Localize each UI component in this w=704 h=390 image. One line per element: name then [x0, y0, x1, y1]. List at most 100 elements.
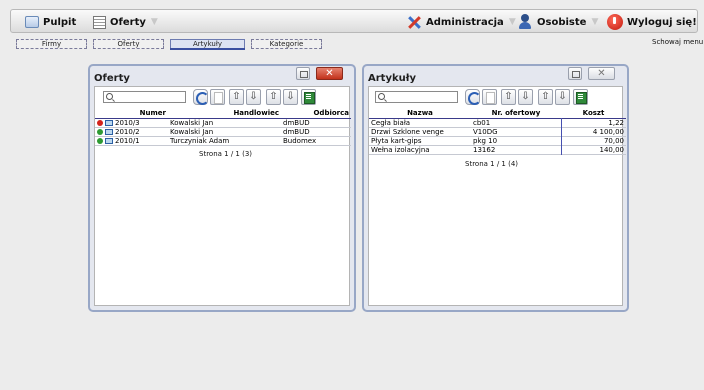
new-document-button[interactable]	[210, 89, 225, 105]
artykuly-panel: ⇧ ⇩ ⇧ ⇩ Nazwa Nr. ofertowy Koszt Cegła b…	[368, 86, 626, 306]
oferty-table: Numer Handlowiec Odbiorca 2010/3 Kowalsk…	[95, 108, 351, 146]
odbiorca-cell: dmBUD	[283, 118, 310, 127]
close-icon: ✕	[597, 68, 606, 79]
move-up-button[interactable]: ⇧	[229, 89, 244, 105]
numer-cell: 2010/3	[95, 118, 168, 127]
artykuly-table-header: Nazwa Nr. ofertowy Koszt	[369, 108, 626, 118]
koszt-cell: 1,22	[608, 118, 624, 127]
numer-value: 2010/2	[115, 127, 140, 136]
artykuly-window: Artykuły ✕ ⇧ ⇩ ⇧ ⇩ Nazwa Nr. ofertowy Ko…	[362, 64, 629, 312]
desktop-icon	[25, 16, 39, 28]
move-top-button[interactable]: ⇧	[538, 89, 553, 105]
odbiorca-cell: Budomex	[283, 136, 317, 145]
koszt-cell: 70,00	[603, 136, 624, 145]
column-header-nazwa[interactable]: Nazwa	[369, 108, 471, 118]
tab-firmy[interactable]: Firmy	[16, 39, 87, 49]
nazwa-cell: Wełna izolacyjna	[371, 145, 430, 154]
table-row[interactable]: 2010/2 Kowalski Jan dmBUD	[95, 127, 351, 136]
table-row[interactable]: Drzwi Szklone venge V10DG 4 100,00	[369, 127, 626, 136]
nr-ofertowy-cell: cb01	[473, 118, 491, 127]
column-header-numer[interactable]: Numer	[95, 108, 168, 118]
nr-ofertowy-cell: 13162	[473, 145, 496, 154]
excel-export-button[interactable]	[573, 89, 588, 105]
search-input[interactable]	[103, 91, 186, 103]
search-icon	[378, 93, 385, 100]
document-list-icon	[93, 15, 106, 29]
refresh-button[interactable]	[193, 89, 209, 105]
nazwa-cell: Cegła biała	[371, 118, 411, 127]
nazwa-cell: Drzwi Szklone venge	[371, 127, 444, 136]
minimize-button[interactable]	[296, 67, 310, 80]
koszt-cell: 4 100,00	[592, 127, 624, 136]
offer-document-icon	[105, 128, 113, 135]
menu-pulpit-label: Pulpit	[43, 16, 77, 28]
menu-pulpit[interactable]: Pulpit	[25, 13, 76, 31]
close-icon: ✕	[325, 68, 334, 79]
user-icon	[517, 14, 533, 30]
numer-cell: 2010/2	[95, 127, 168, 136]
power-icon	[607, 14, 623, 30]
menu-osobiste-label: Osobiste	[537, 16, 587, 28]
nr-ofertowy-cell: V10DG	[473, 127, 498, 136]
artykuly-window-title: Artykuły	[368, 73, 416, 84]
close-button[interactable]: ✕	[588, 67, 615, 80]
move-bottom-button[interactable]: ⇩	[555, 89, 570, 105]
column-header-nr-ofertowy[interactable]: Nr. ofertowy	[471, 108, 561, 118]
tab-kategorie[interactable]: Kategorie	[251, 39, 322, 49]
table-row[interactable]: 2010/1 Turczyniak Adam Budomex	[95, 136, 351, 145]
refresh-button[interactable]	[465, 89, 481, 105]
handlowiec-cell: Kowalski Jan	[170, 127, 214, 136]
pagination-info: Strona 1 / 1 (4)	[465, 160, 519, 168]
offer-document-icon	[105, 137, 113, 144]
chevron-down-icon: ▼	[150, 17, 158, 27]
move-up-button[interactable]: ⇧	[501, 89, 516, 105]
app-root: Pulpit Oferty ▼ Administracja ▼ Osobiste…	[0, 0, 704, 390]
logout-label: Wyloguj się!	[627, 16, 697, 28]
tab-oferty[interactable]: Oferty	[93, 39, 164, 49]
move-down-button[interactable]: ⇩	[246, 89, 261, 105]
table-row[interactable]: 2010/3 Kowalski Jan dmBUD	[95, 118, 351, 127]
table-row[interactable]: Cegła biała cb01 1,22	[369, 118, 626, 127]
column-header-odbiorca[interactable]: Odbiorca	[281, 108, 351, 118]
column-header-handlowiec[interactable]: Handlowiec	[168, 108, 281, 118]
menu-oferty-label: Oferty	[110, 16, 146, 28]
status-green-icon	[97, 128, 103, 135]
oferty-panel: ⇧ ⇩ ⇧ ⇩ Numer Handlowiec Odbiorca 2010/3…	[94, 86, 351, 306]
oferty-window: Oferty ✕ ⇧ ⇩ ⇧ ⇩ Numer Handlowiec Odbior…	[88, 64, 356, 312]
menu-administracja-label: Administracja	[426, 16, 504, 28]
table-row[interactable]: Wełna izolacyjna 13162 140,00	[369, 145, 626, 154]
hide-menu-link[interactable]: Schowaj menu	[652, 38, 703, 46]
menu-oferty[interactable]: Oferty ▼	[93, 13, 158, 31]
odbiorca-cell: dmBUD	[283, 127, 310, 136]
nazwa-cell: Płyta kart-gips	[371, 136, 422, 145]
column-header-koszt[interactable]: Koszt	[561, 108, 626, 118]
menu-osobiste[interactable]: Osobiste ▼	[517, 13, 598, 31]
oferty-window-title: Oferty	[94, 73, 130, 84]
logout-button[interactable]: Wyloguj się!	[607, 13, 697, 31]
move-top-button[interactable]: ⇧	[266, 89, 281, 105]
status-green-icon	[97, 137, 103, 144]
excel-export-button[interactable]	[301, 89, 316, 105]
menu-administracja[interactable]: Administracja ▼	[406, 13, 516, 31]
search-icon	[106, 93, 113, 100]
handlowiec-cell: Kowalski Jan	[170, 118, 214, 127]
numer-cell: 2010/1	[95, 136, 168, 145]
minimize-button[interactable]	[568, 67, 582, 80]
active-tab-indicator	[170, 48, 245, 50]
close-button[interactable]: ✕	[316, 67, 343, 80]
move-bottom-button[interactable]: ⇩	[283, 89, 298, 105]
oferty-table-header: Numer Handlowiec Odbiorca	[95, 108, 351, 118]
status-red-icon	[97, 119, 103, 126]
nr-ofertowy-cell: pkg 10	[473, 136, 498, 145]
table-row[interactable]: Płyta kart-gips pkg 10 70,00	[369, 136, 626, 145]
handlowiec-cell: Turczyniak Adam	[170, 136, 230, 145]
move-down-button[interactable]: ⇩	[518, 89, 533, 105]
column-divider	[561, 118, 562, 155]
top-menu-bar: Pulpit Oferty ▼ Administracja ▼ Osobiste…	[10, 9, 698, 33]
koszt-cell: 140,00	[599, 145, 625, 154]
offer-document-icon	[105, 119, 113, 126]
new-document-button[interactable]	[482, 89, 497, 105]
search-input[interactable]	[375, 91, 458, 103]
chevron-down-icon: ▼	[591, 17, 599, 27]
artykuly-table: Nazwa Nr. ofertowy Koszt Cegła biała cb0…	[369, 108, 626, 155]
